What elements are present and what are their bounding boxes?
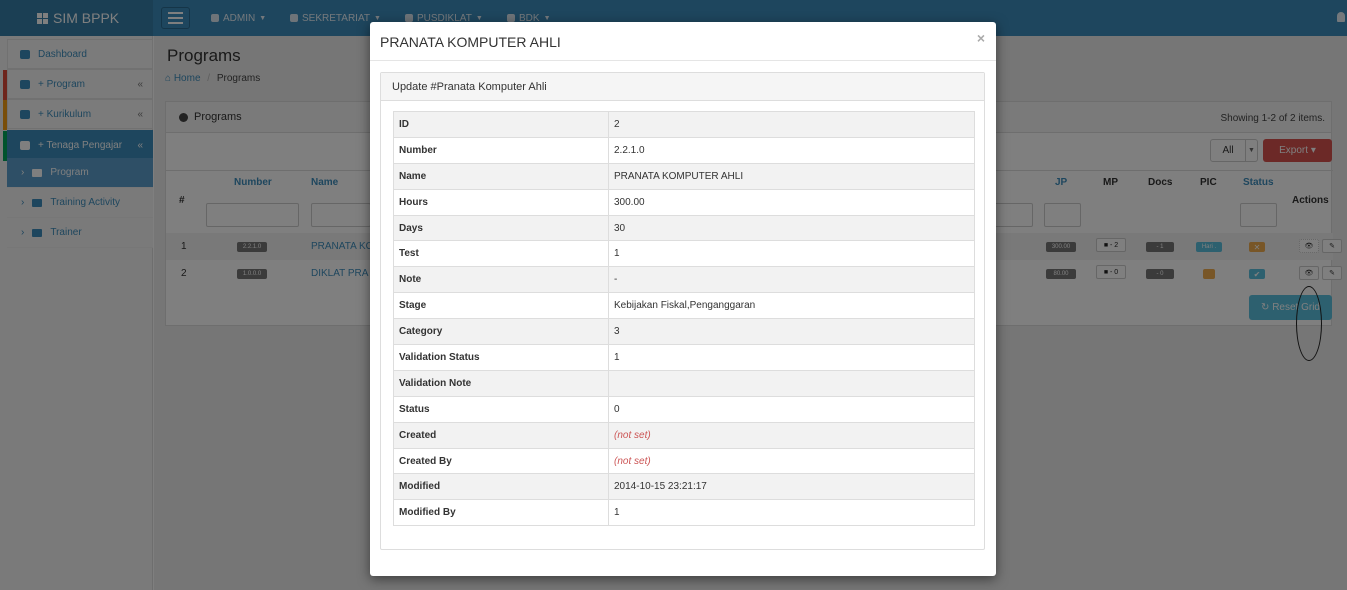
detail-row: Modified 2014-10-15 23:21:17 xyxy=(393,473,975,501)
field-value: 2.2.1.0 xyxy=(608,136,975,164)
detail-row: Status 0 xyxy=(393,395,975,423)
detail-table: ID 2 Number 2.2.1.0 Name PRANATA KOMPUTER A… xyxy=(393,111,975,527)
field-value: 30 xyxy=(608,214,975,242)
field-key: Modified xyxy=(393,473,609,501)
detail-row: Modified By 1 xyxy=(393,499,975,527)
detail-panel-title: Update #Pranata Komputer Ahli xyxy=(381,73,984,101)
detail-row: Test 1 xyxy=(393,240,975,268)
field-key: Note xyxy=(393,266,609,294)
field-value xyxy=(608,369,975,397)
field-key: Hours xyxy=(393,188,609,216)
modal-title: PRANATA KOMPUTER AHLI xyxy=(380,34,561,50)
field-value: - xyxy=(608,266,975,294)
field-value: 3 xyxy=(608,318,975,346)
field-key: Created xyxy=(393,421,609,449)
field-key: Validation Note xyxy=(393,369,609,397)
field-key: ID xyxy=(393,111,609,138)
detail-row: Number 2.2.1.0 xyxy=(393,136,975,164)
detail-row: Validation Note xyxy=(393,369,975,397)
field-value: 1 xyxy=(608,344,975,371)
field-value: (not set) xyxy=(608,421,975,449)
field-value: PRANATA KOMPUTER AHLI xyxy=(608,162,975,190)
detail-row: Note - xyxy=(393,266,975,294)
field-key: Status xyxy=(393,395,609,423)
detail-row: ID 2 xyxy=(393,111,975,138)
field-key: Validation Status xyxy=(393,344,609,371)
field-key: Category xyxy=(393,318,609,346)
field-key: Days xyxy=(393,214,609,242)
detail-panel: Update #Pranata Komputer Ahli ID 2 Number… xyxy=(380,72,985,550)
field-value: 2 xyxy=(608,111,975,138)
field-key: Stage xyxy=(393,292,609,320)
close-icon[interactable]: × xyxy=(977,30,985,46)
field-value: (not set) xyxy=(608,447,975,475)
field-key: Number xyxy=(393,136,609,164)
field-value: 1 xyxy=(608,240,975,268)
detail-row: Created (not set) xyxy=(393,421,975,449)
program-detail-modal: PRANATA KOMPUTER AHLI × Update #Pranata … xyxy=(370,22,996,576)
field-value: 300.00 xyxy=(608,188,975,216)
field-key: Modified By xyxy=(393,499,609,527)
field-value: 1 xyxy=(608,499,975,527)
detail-row: Category 3 xyxy=(393,318,975,346)
detail-row: Hours 300.00 xyxy=(393,188,975,216)
detail-row: Validation Status 1 xyxy=(393,344,975,371)
divider xyxy=(370,60,996,61)
field-value: 2014-10-15 23:21:17 xyxy=(608,473,975,501)
detail-row: Days 30 xyxy=(393,214,975,242)
field-key: Test xyxy=(393,240,609,268)
field-key: Name xyxy=(393,162,609,190)
field-value: 0 xyxy=(608,395,975,423)
detail-row: Created By (not set) xyxy=(393,447,975,475)
detail-row: Name PRANATA KOMPUTER AHLI xyxy=(393,162,975,190)
field-value: Kebijakan Fiskal,Penganggaran xyxy=(608,292,975,320)
field-key: Created By xyxy=(393,447,609,475)
detail-row: Stage Kebijakan Fiskal,Penganggaran xyxy=(393,292,975,320)
